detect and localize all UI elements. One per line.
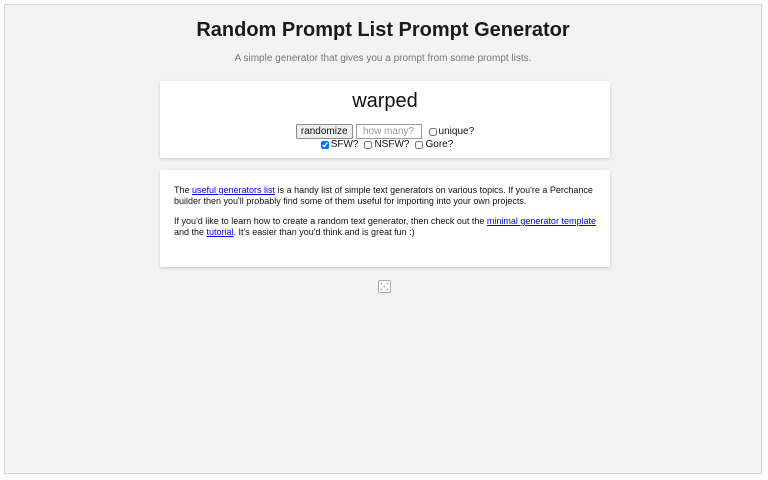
dice-icon[interactable] (378, 280, 391, 293)
sfw-label: SFW? (330, 139, 359, 150)
unique-label: unique? (438, 126, 475, 137)
count-input[interactable] (355, 124, 422, 139)
controls-row-2: SFW? NSFW? Gore? (160, 139, 610, 150)
unique-checkbox[interactable] (428, 127, 437, 136)
info-card: The useful generators list is a handy li… (160, 170, 610, 267)
unique-option[interactable]: unique? (425, 126, 475, 137)
page-subtitle: A simple generator that gives you a prom… (234, 53, 532, 64)
sfw-option[interactable]: SFW? (317, 139, 359, 150)
info-paragraph-1: The useful generators list is a handy li… (174, 185, 596, 207)
page-frame: Random Prompt List Prompt Generator A si… (4, 4, 762, 474)
info-text: If you'd like to learn how to create a r… (174, 216, 487, 226)
randomize-button[interactable]: randomize (295, 124, 353, 139)
info-text: and the (174, 227, 207, 237)
nsfw-label: NSFW? (374, 139, 410, 150)
info-paragraph-2: If you'd like to learn how to create a r… (174, 216, 596, 238)
tutorial-link[interactable]: tutorial (207, 227, 234, 237)
controls-row-1: randomize unique? (160, 124, 610, 139)
gore-option[interactable]: Gore? (411, 139, 453, 150)
nsfw-checkbox[interactable] (364, 140, 373, 149)
gore-checkbox[interactable] (415, 140, 424, 149)
info-text: The (174, 185, 193, 195)
sfw-checkbox[interactable] (320, 140, 329, 149)
gore-label: Gore? (425, 139, 454, 150)
output-card: warped randomize unique? SFW? NSFW? Gore… (160, 81, 610, 158)
page-title: Random Prompt List Prompt Generator (196, 19, 570, 41)
output-text: warped (352, 90, 418, 112)
nsfw-option[interactable]: NSFW? (360, 139, 409, 150)
info-text: . It's easier than you'd think and is gr… (233, 227, 415, 237)
useful-generators-link[interactable]: useful generators list (192, 185, 275, 195)
minimal-template-link[interactable]: minimal generator template (487, 216, 596, 226)
